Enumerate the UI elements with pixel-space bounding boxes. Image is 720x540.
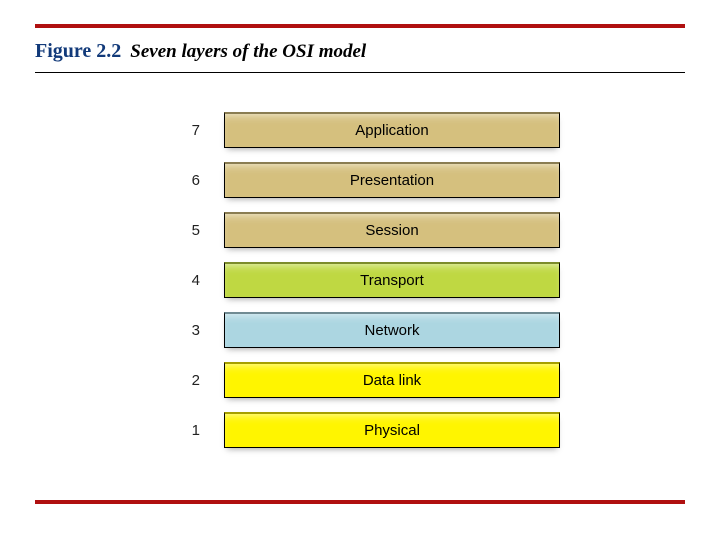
layer-bar-application: Application: [224, 112, 560, 148]
osi-layer-stack: 7 Application 6 Presentation 5 Session 4…: [160, 112, 560, 462]
layer-number: 3: [160, 312, 224, 348]
layer-bar-transport: Transport: [224, 262, 560, 298]
figure-heading: Figure 2.2 Seven layers of the OSI model: [35, 40, 366, 63]
layer-bar-session: Session: [224, 212, 560, 248]
heading-underline: [35, 72, 685, 73]
layer-row: 7 Application: [160, 112, 560, 148]
layer-bar-physical: Physical: [224, 412, 560, 448]
bottom-rule: [35, 500, 685, 504]
layer-row: 1 Physical: [160, 412, 560, 448]
layer-number: 2: [160, 362, 224, 398]
figure-title: Seven layers of the OSI model: [130, 41, 366, 62]
top-rule: [35, 24, 685, 28]
layer-number: 4: [160, 262, 224, 298]
layer-bar-datalink: Data link: [224, 362, 560, 398]
figure-label: Figure 2.2: [35, 40, 121, 62]
slide: Figure 2.2 Seven layers of the OSI model…: [0, 0, 720, 540]
layer-number: 5: [160, 212, 224, 248]
layer-row: 3 Network: [160, 312, 560, 348]
layer-number: 1: [160, 412, 224, 448]
layer-row: 4 Transport: [160, 262, 560, 298]
layer-bar-presentation: Presentation: [224, 162, 560, 198]
layer-number: 6: [160, 162, 224, 198]
layer-number: 7: [160, 112, 224, 148]
layer-row: 5 Session: [160, 212, 560, 248]
layer-row: 2 Data link: [160, 362, 560, 398]
layer-bar-network: Network: [224, 312, 560, 348]
layer-row: 6 Presentation: [160, 162, 560, 198]
